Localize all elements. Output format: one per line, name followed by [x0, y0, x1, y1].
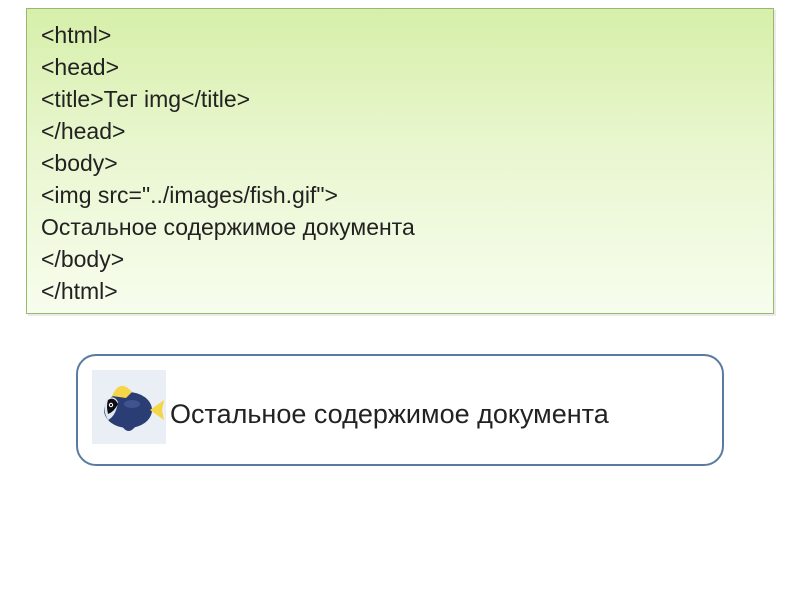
code-line: <body> [41, 147, 759, 179]
code-line: </body> [41, 243, 759, 275]
result-text: Остальное содержимое документа [170, 368, 609, 432]
fish-image [92, 370, 166, 444]
code-line: <img src="../images/fish.gif"> [41, 179, 759, 211]
code-line: </html> [41, 275, 759, 307]
code-line: <html> [41, 19, 759, 51]
code-example-box: <html> <head> <title>Тег img</title> </h… [26, 8, 774, 314]
code-line: </head> [41, 115, 759, 147]
code-line: Остальное содержимое документа [41, 211, 759, 243]
render-result-box: Остальное содержимое документа [76, 354, 724, 466]
code-line: <head> [41, 51, 759, 83]
code-line: <title>Тег img</title> [41, 83, 759, 115]
